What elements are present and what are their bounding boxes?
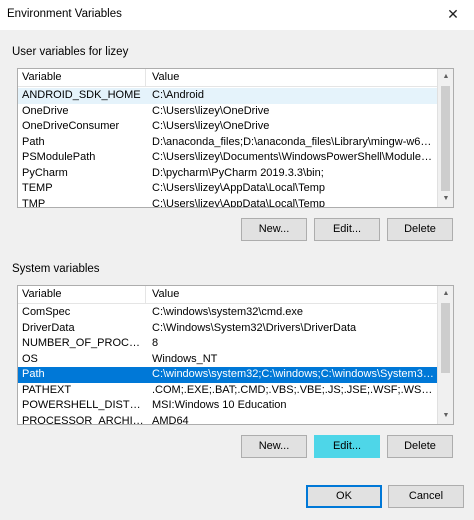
header-value[interactable]: Value xyxy=(152,71,179,83)
variable-value-cell: C:\Android xyxy=(152,89,204,101)
variable-name-cell: PSModulePath xyxy=(22,151,96,163)
variable-value-cell: C:\Users\lizey\Documents\WindowsPowerShe… xyxy=(152,151,436,163)
table-row[interactable]: ANDROID_SDK_HOME C:\Android xyxy=(18,88,438,104)
variable-name-cell: OneDrive xyxy=(22,104,69,117)
user-edit-button[interactable]: Edit... xyxy=(314,218,380,241)
variable-value-cell: MSI:Windows 10 Education xyxy=(152,399,287,411)
variable-name-cell: ANDROID_SDK_HOME xyxy=(22,89,141,101)
variable-value-cell: .COM;.EXE;.BAT;.CMD;.VBS;.VBE;.JS;.JSE;.… xyxy=(152,383,436,396)
user-variables-list[interactable]: Variable Value ANDROID_SDK_HOME C:\Androi… xyxy=(17,68,454,208)
variable-value-cell: 8 xyxy=(152,337,159,349)
table-row[interactable]: PROCESSOR_ARCHITECTURE AMD64 xyxy=(18,414,438,425)
scroll-up-icon[interactable]: ▲ xyxy=(438,69,453,85)
variable-value-cell: AMD64 xyxy=(152,414,189,425)
variable-value-cell: C:\Users\lizey\OneDrive xyxy=(152,104,270,117)
window-title: Environment Variables xyxy=(7,8,122,20)
variable-name-cell: NUMBER_OF_PROCESSORS xyxy=(22,337,146,349)
variable-name-cell: PATHEXT xyxy=(22,383,72,396)
variable-value-cell: C:\Windows\System32\Drivers\DriverData xyxy=(152,321,357,334)
user-list-scrollbar[interactable]: ▲ ▼ xyxy=(437,69,453,207)
variable-name-cell: TMP xyxy=(22,197,46,208)
header-separator[interactable] xyxy=(145,286,146,304)
system-variables-label: System variables xyxy=(12,263,100,275)
system-delete-button[interactable]: Delete xyxy=(387,435,453,458)
variable-value-cell: C:\windows\system32\cmd.exe xyxy=(152,306,303,318)
table-row[interactable]: PSModulePath C:\Users\lizey\Documents\Win… xyxy=(18,150,438,166)
system-edit-button[interactable]: Edit... xyxy=(314,435,380,458)
header-separator[interactable] xyxy=(145,69,146,87)
ok-button[interactable]: OK xyxy=(306,485,382,508)
variable-value-cell: D:\pycharm\PyCharm 2019.3.3\bin; xyxy=(152,166,324,179)
variable-value-cell: C:\Users\lizey\OneDrive xyxy=(152,120,270,132)
variable-name-cell: Path xyxy=(22,135,45,148)
header-variable[interactable]: Variable xyxy=(22,288,62,300)
table-row[interactable]: OS Windows_NT xyxy=(18,352,438,368)
table-row[interactable]: Path C:\windows\system32;C:\windows;C:\wi… xyxy=(18,367,438,383)
header-variable[interactable]: Variable xyxy=(22,71,62,83)
table-row[interactable]: TEMP C:\Users\lizey\AppData\Local\Temp xyxy=(18,181,438,197)
system-list-header: Variable Value xyxy=(18,286,438,304)
user-delete-button[interactable]: Delete xyxy=(387,218,453,241)
table-row[interactable]: DriverData C:\Windows\System32\Drivers\Dr… xyxy=(18,321,438,337)
table-row[interactable]: PATHEXT .COM;.EXE;.BAT;.CMD;.VBS;.VBE;.JS… xyxy=(18,383,438,399)
scroll-down-icon[interactable]: ▼ xyxy=(438,191,453,207)
table-row[interactable]: PyCharm D:\pycharm\PyCharm 2019.3.3\bin; xyxy=(18,166,438,182)
variable-name-cell: OneDriveConsumer xyxy=(22,120,120,132)
table-row[interactable]: OneDriveConsumer C:\Users\lizey\OneDrive xyxy=(18,119,438,135)
variable-value-cell: C:\Users\lizey\AppData\Local\Temp xyxy=(152,182,326,194)
table-row[interactable]: ComSpec C:\windows\system32\cmd.exe xyxy=(18,305,438,321)
scroll-thumb[interactable] xyxy=(441,303,450,373)
system-list-scrollbar[interactable]: ▲ ▼ xyxy=(437,286,453,424)
variable-value-cell: C:\windows\system32;C:\windows;C:\window… xyxy=(152,368,436,380)
variable-name-cell: ComSpec xyxy=(22,306,71,318)
table-row[interactable]: POWERSHELL_DISTRIBUTIO... MSI:Windows 10 … xyxy=(18,398,438,414)
variable-name-cell: OS xyxy=(22,352,38,365)
user-list-header: Variable Value xyxy=(18,69,438,87)
table-row[interactable]: NUMBER_OF_PROCESSORS 8 xyxy=(18,336,438,352)
variable-value-cell: C:\Users\lizey\AppData\Local\Temp xyxy=(152,197,326,208)
variable-name-cell: POWERSHELL_DISTRIBUTIO... xyxy=(22,399,146,411)
user-new-button[interactable]: New... xyxy=(241,218,307,241)
variable-name-cell: PyCharm xyxy=(22,166,68,179)
table-row[interactable]: Path D:\anaconda_files;D:\anaconda_files\… xyxy=(18,135,438,151)
header-value[interactable]: Value xyxy=(152,288,179,300)
user-variables-label: User variables for lizey xyxy=(12,46,129,58)
cancel-button[interactable]: Cancel xyxy=(388,485,464,508)
variable-name-cell: DriverData xyxy=(22,321,75,334)
system-variables-list[interactable]: Variable Value ComSpec C:\windows\system3… xyxy=(17,285,454,425)
variable-name-cell: PROCESSOR_ARCHITECTURE xyxy=(22,414,146,425)
table-row[interactable]: OneDrive C:\Users\lizey\OneDrive xyxy=(18,104,438,120)
table-row[interactable]: TMP C:\Users\lizey\AppData\Local\Temp xyxy=(18,197,438,208)
scroll-up-icon[interactable]: ▲ xyxy=(438,286,453,302)
variable-value-cell: D:\anaconda_files;D:\anaconda_files\Libr… xyxy=(152,135,436,148)
variable-name-cell: TEMP xyxy=(22,182,53,194)
variable-value-cell: Windows_NT xyxy=(152,352,218,365)
dialog-body: User variables for lizey Variable Value … xyxy=(0,30,474,520)
title-bar: Environment Variables ✕ xyxy=(0,0,474,30)
variable-name-cell: Path xyxy=(22,368,45,380)
close-icon[interactable]: ✕ xyxy=(438,2,468,26)
scroll-thumb[interactable] xyxy=(441,86,450,191)
system-new-button[interactable]: New... xyxy=(241,435,307,458)
scroll-down-icon[interactable]: ▼ xyxy=(438,408,453,424)
